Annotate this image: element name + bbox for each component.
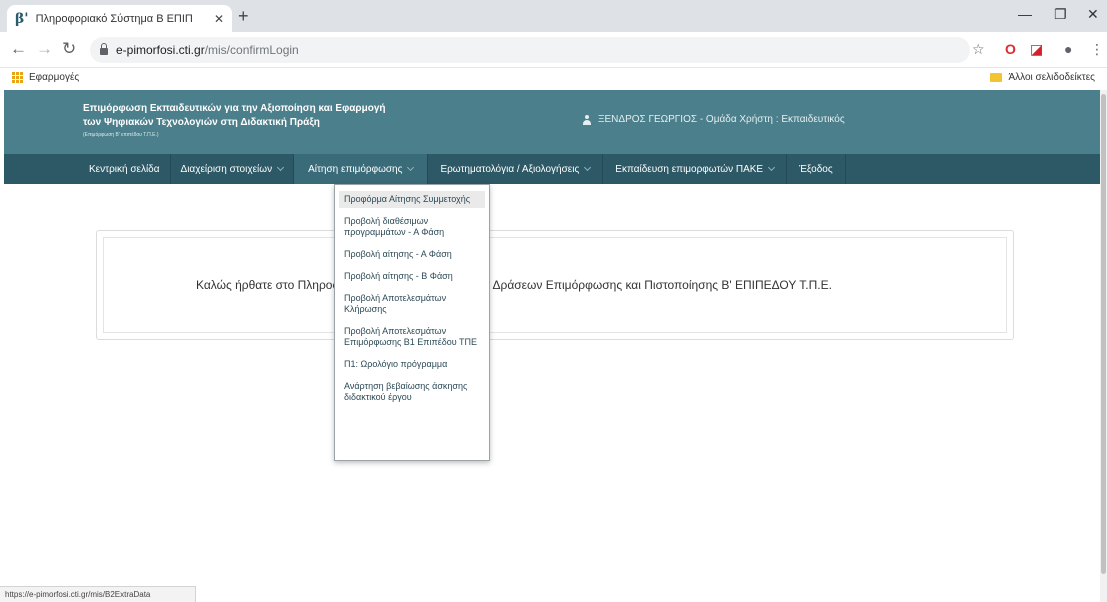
lock-icon bbox=[100, 43, 108, 55]
welcome-message: Καλώς ήρθατε στο Πληροφοριακό Σύστημα Δι… bbox=[196, 278, 832, 292]
minimize-icon[interactable]: — bbox=[1018, 6, 1032, 22]
main-nav: Κεντρική σελίδα Διαχείριση στοιχείων Αίτ… bbox=[4, 154, 1101, 184]
tab-title: Πληροφοριακό Σύστημα Β ΕΠΙΠ bbox=[35, 12, 193, 25]
reload-icon[interactable]: ↻ bbox=[62, 39, 76, 59]
menu-item-draw-results[interactable]: Προβολή Αποτελεσμάτων Κλήρωσης bbox=[339, 290, 485, 318]
apps-bookmark[interactable]: Εφαρμογές bbox=[12, 72, 79, 83]
pdf-extension-icon[interactable]: ◪ bbox=[1030, 41, 1043, 58]
browser-menu-icon[interactable]: ⋮ bbox=[1090, 41, 1104, 58]
menu-item-upload-certificate[interactable]: Ανάρτηση βεβαίωσης άσκησης διδακτικού έρ… bbox=[339, 378, 485, 406]
nav-item-questionnaires[interactable]: Ερωτηματολόγια / Αξιολογήσεις bbox=[428, 154, 604, 184]
page-scrollbar[interactable] bbox=[1100, 90, 1107, 602]
welcome-panel: Καλώς ήρθατε στο Πληροφοριακό Σύστημα Δι… bbox=[96, 230, 1014, 340]
tab-strip: β' Πληροφοριακό Σύστημα Β ΕΠΙΠ ✕ + — ❐ ✕ bbox=[0, 0, 1107, 32]
nav-item-label: Κεντρική σελίδα bbox=[89, 163, 160, 175]
status-bar-url: https://e-pimorfosi.cti.gr/mis/B2ExtraDa… bbox=[0, 586, 196, 602]
nav-item-label: Έξοδος bbox=[799, 163, 833, 175]
user-info[interactable]: ΞΕΝΔΡΟΣ ΓΕΩΡΓΙΟΣ - Ομάδα Χρήστη : Εκπαιδ… bbox=[582, 114, 845, 125]
menu-item-available-programs[interactable]: Προβολή διαθέσιμων προγραμμάτων - Α Φάση bbox=[339, 213, 485, 241]
apps-grid-icon bbox=[12, 72, 23, 83]
nav-item-home[interactable]: Κεντρική σελίδα bbox=[79, 154, 171, 184]
nav-item-training-application[interactable]: Αίτηση επιμόρφωσης bbox=[294, 154, 429, 184]
scrollbar-thumb[interactable] bbox=[1101, 94, 1106, 574]
chevron-down-icon bbox=[768, 163, 776, 172]
address-bar[interactable]: e-pimorfosi.cti.gr /mis/confirmLogin bbox=[90, 37, 970, 63]
other-bookmarks-label: Άλλοι σελιδοδείκτες bbox=[1008, 72, 1095, 83]
folder-icon bbox=[990, 73, 1003, 82]
opera-extension-icon[interactable]: O bbox=[1005, 41, 1016, 57]
nav-item-label: Αίτηση επιμόρφωσης bbox=[308, 163, 403, 175]
nav-item-data-management[interactable]: Διαχείριση στοιχείων bbox=[171, 154, 295, 184]
site-subtitle: (Επιμόρφωση Β' επιπέδου Τ.Π.Ε.) bbox=[83, 132, 159, 138]
new-tab-button[interactable]: + bbox=[238, 6, 249, 27]
restore-icon[interactable]: ❐ bbox=[1054, 6, 1067, 23]
application-dropdown-menu: Προφόρμα Αίτησης Συμμετοχής Προβολή διαθ… bbox=[334, 184, 490, 461]
close-window-icon[interactable]: ✕ bbox=[1087, 6, 1099, 23]
forward-icon[interactable]: → bbox=[36, 39, 53, 59]
url-domain: e-pimorfosi.cti.gr bbox=[116, 43, 205, 57]
menu-item-timetable[interactable]: Π1: Ωρολόγιο πρόγραμμα bbox=[339, 356, 485, 373]
url-path: /mis/confirmLogin bbox=[204, 43, 299, 57]
chevron-down-icon bbox=[584, 163, 592, 172]
menu-item-application-phase-b[interactable]: Προβολή αίτησης - Β Φάση bbox=[339, 268, 485, 285]
nav-item-trainer-education[interactable]: Εκπαίδευση επιμορφωτών ΠΑΚΕ bbox=[603, 154, 788, 184]
chevron-down-icon bbox=[407, 163, 415, 172]
user-icon bbox=[582, 114, 592, 125]
tab-close-icon[interactable]: ✕ bbox=[214, 12, 224, 26]
menu-item-application-phase-a[interactable]: Προβολή αίτησης - Α Φάση bbox=[339, 246, 485, 263]
nav-item-label: Διαχείριση στοιχείων bbox=[180, 163, 273, 175]
site-title-line-1: Επιμόρφωση Εκπαιδευτικών για την Αξιοποί… bbox=[83, 103, 386, 114]
site-favicon-icon: β' bbox=[15, 10, 29, 27]
welcome-panel-inner: Καλώς ήρθατε στο Πληροφοριακό Σύστημα Δι… bbox=[103, 237, 1007, 333]
menu-item-application-form[interactable]: Προφόρμα Αίτησης Συμμετοχής bbox=[339, 191, 485, 208]
nav-item-label: Εκπαίδευση επιμορφωτών ΠΑΚΕ bbox=[615, 163, 764, 175]
bookmarks-bar: Εφαρμογές Άλλοι σελιδοδείκτες bbox=[0, 68, 1107, 90]
browser-toolbar: ← → ↻ e-pimorfosi.cti.gr /mis/confirmLog… bbox=[0, 32, 1107, 68]
other-bookmarks[interactable]: Άλλοι σελιδοδείκτες bbox=[990, 72, 1095, 83]
chevron-down-icon bbox=[277, 163, 285, 172]
bookmark-star-icon[interactable]: ☆ bbox=[972, 41, 985, 58]
menu-item-training-results[interactable]: Προβολή Αποτελεσμάτων Επιμόρφωσης Β1 Επι… bbox=[339, 323, 485, 351]
nav-item-logout[interactable]: Έξοδος bbox=[787, 154, 846, 184]
account-icon[interactable]: ● bbox=[1064, 41, 1072, 57]
back-icon[interactable]: ← bbox=[10, 39, 27, 59]
browser-tab[interactable]: β' Πληροφοριακό Σύστημα Β ΕΠΙΠ ✕ bbox=[7, 5, 232, 32]
nav-item-label: Ερωτηματολόγια / Αξιολογήσεις bbox=[440, 163, 580, 175]
apps-label: Εφαρμογές bbox=[29, 72, 80, 83]
site-title-line-2: των Ψηφιακών Τεχνολογιών στη Διδακτική Π… bbox=[83, 117, 320, 128]
site-title: Επιμόρφωση Εκπαιδευτικών για την Αξιοποί… bbox=[83, 102, 386, 130]
user-label: ΞΕΝΔΡΟΣ ΓΕΩΡΓΙΟΣ - Ομάδα Χρήστη : Εκπαιδ… bbox=[598, 114, 845, 125]
site-header: Επιμόρφωση Εκπαιδευτικών για την Αξιοποί… bbox=[4, 90, 1101, 154]
